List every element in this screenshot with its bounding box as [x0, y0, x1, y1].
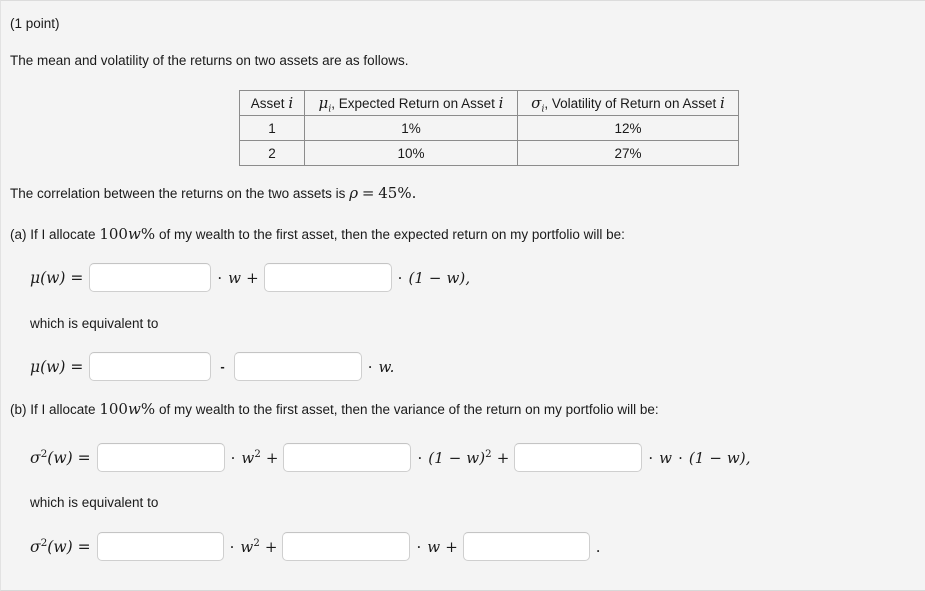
part-a-prompt: (a) If I allocate 100w% of my wealth to … — [10, 225, 625, 243]
part-a-amount: 100 — [99, 225, 128, 243]
part-a-formula2-lhs: μ(w) = — [30, 357, 84, 376]
part-b-f2-term-2: w — [427, 537, 441, 556]
cell-volatility: 12% — [517, 115, 739, 141]
assets-table-wrapper: Asset i μi, Expected Return on Asset i σ… — [239, 90, 739, 166]
cell-expected-return: 1% — [304, 115, 518, 141]
part-b-formula2-lhs: σ2(w) = — [30, 536, 91, 556]
problem-page: (1 point) The mean and volatility of the… — [0, 0, 925, 591]
part-b-formula1-lhs: σ2(w) = — [30, 447, 91, 467]
part-b-f1-dot-3: · — [648, 448, 654, 467]
table-row: 1 1% 12% — [239, 115, 739, 141]
part-a-input-3[interactable] — [89, 352, 212, 381]
column-header-expected-return: μi, Expected Return on Asset i — [304, 90, 518, 116]
correlation-paragraph: The correlation between the returns on t… — [10, 184, 416, 202]
part-b-input-4[interactable] — [96, 532, 224, 561]
part-b-equivalent-text: which is equivalent to — [30, 495, 159, 510]
part-b-input-3[interactable] — [514, 443, 643, 472]
cell-volatility: 27% — [517, 140, 739, 166]
correlation-prefix: The correlation between the returns on t… — [10, 186, 346, 201]
cell-asset-index: 2 — [239, 140, 305, 166]
cell-asset-index: 1 — [239, 115, 305, 141]
part-a-amount-pct: % — [140, 225, 156, 243]
part-a-formula-2: μ(w) = - · w. — [30, 352, 395, 381]
equals-sign: = — [361, 184, 375, 202]
part-b-f1-term-1: w2 — [241, 448, 261, 467]
assets-table: Asset i μi, Expected Return on Asset i σ… — [239, 90, 739, 166]
intro-paragraph: The mean and volatility of the returns o… — [10, 53, 409, 68]
table-row: 2 10% 27% — [239, 140, 739, 166]
part-b-input-2[interactable] — [283, 443, 412, 472]
part-a-input-2[interactable] — [263, 263, 392, 292]
part-b-label: (b) If I allocate — [10, 402, 96, 417]
part-a-formula1-lhs: μ(w) = — [30, 268, 84, 287]
part-b-rest: of my wealth to the first asset, then th… — [158, 402, 659, 417]
part-b-f1-term-4: (1 − w), — [688, 448, 751, 467]
rho-symbol: ρ — [349, 184, 359, 202]
part-a-f1-dot-1: · — [217, 268, 223, 287]
part-a-f1-term-2: (1 − w), — [408, 268, 471, 287]
part-b-f1-plus-1: + — [265, 448, 279, 467]
part-b-f1-term-2: (1 − w)2 — [428, 448, 492, 467]
sentence-period: . — [411, 184, 417, 202]
part-a-amount-var: w — [127, 225, 141, 243]
part-b-f1-plus-2: + — [496, 448, 510, 467]
part-a-input-4[interactable] — [233, 352, 362, 381]
part-b-f1-dot-2: · — [417, 448, 423, 467]
part-b-input-5[interactable] — [282, 532, 411, 561]
part-b-f2-period: . — [595, 537, 601, 556]
part-b-f1-term-3: w — [659, 448, 673, 467]
part-b-prompt: (b) If I allocate 100w% of my wealth to … — [10, 400, 659, 418]
part-a-f1-dot-2: · — [397, 268, 403, 287]
part-b-formula-2: σ2(w) = · w2 + · w + . — [30, 532, 601, 561]
column-header-asset: Asset i — [239, 90, 305, 116]
part-b-f1-dot-4: · — [678, 448, 683, 467]
correlation-value: 45% — [378, 184, 412, 202]
cell-expected-return: 10% — [304, 140, 518, 166]
part-a-f2-dot-1: · — [367, 357, 373, 376]
part-a-equivalent-text: which is equivalent to — [30, 316, 159, 331]
part-a-f2-term-1: w. — [378, 357, 395, 376]
part-b-f2-term-1: w2 — [240, 537, 260, 556]
part-b-f1-dot-1: · — [230, 448, 236, 467]
part-a-rest: of my wealth to the first asset, then th… — [158, 227, 625, 242]
part-b-amount-var: w — [127, 400, 141, 418]
part-b-f2-plus-2: + — [445, 537, 458, 556]
table-header-row: Asset i μi, Expected Return on Asset i σ… — [239, 90, 739, 116]
part-a-label: (a) If I allocate — [10, 227, 96, 242]
part-a-f1-term-1: w — [228, 268, 242, 287]
part-b-input-1[interactable] — [96, 443, 225, 472]
part-a-f1-plus: + — [246, 268, 259, 287]
part-b-formula-1: σ2(w) = · w2 + · (1 − w)2 + · w · (1 − w… — [30, 443, 751, 472]
part-b-f2-dot-2: · — [416, 537, 422, 556]
part-b-f2-dot-1: · — [229, 537, 235, 556]
part-a-input-1[interactable] — [89, 263, 212, 292]
part-b-amount: 100 — [99, 400, 128, 418]
points-label: (1 point) — [10, 16, 60, 31]
part-a-formula-1: μ(w) = · w + · (1 − w), — [30, 263, 470, 292]
column-header-volatility: σi, Volatility of Return on Asset i — [517, 90, 739, 116]
part-b-amount-pct: % — [140, 400, 156, 418]
part-b-f2-plus-1: + — [264, 537, 278, 556]
part-b-input-6[interactable] — [462, 532, 590, 561]
part-a-f2-minus: - — [220, 359, 225, 374]
problem-content: (1 point) The mean and volatility of the… — [1, 1, 925, 561]
